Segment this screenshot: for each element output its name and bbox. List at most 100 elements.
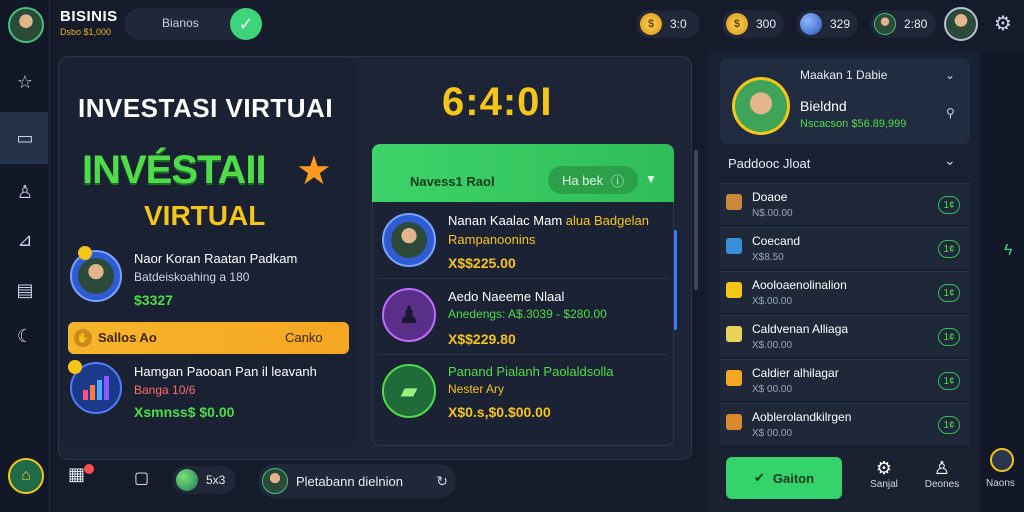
chevron-down-icon[interactable]: ▼ <box>645 172 657 186</box>
primary-action-label: Gaiton <box>772 470 815 486</box>
list-item-badge[interactable]: 1¢ <box>938 240 960 258</box>
check-icon: ✓ <box>238 13 254 34</box>
profile-dropdown-label[interactable]: Maakan 1 Dabie <box>800 68 887 82</box>
orange-bar-action[interactable]: Canko <box>285 330 323 345</box>
hero-subtitle: VIRTUAL <box>144 200 266 231</box>
coin-icon <box>68 360 82 374</box>
avatar-icon <box>262 468 288 494</box>
user-pill[interactable]: Pletabann dielnion ↻ <box>258 464 456 498</box>
chevron-down-icon[interactable]: ⌄ <box>945 68 955 82</box>
item-icon <box>726 238 742 254</box>
avatar-icon <box>391 222 427 258</box>
investment-avatar: ▰ <box>382 364 436 418</box>
list-item-value: X$$229.80 <box>448 331 516 347</box>
bottom-nav-users[interactable]: ♙ Deones <box>920 458 964 490</box>
list-item-badge[interactable]: 1¢ <box>938 196 960 214</box>
row-title: Naor Koran Raatan Padkam <box>134 251 298 266</box>
list-item-title: Caldier alhilagar <box>752 366 839 380</box>
check-icon: ✔ <box>753 470 765 485</box>
star-icon[interactable]: ☆ <box>11 68 39 96</box>
list-item[interactable]: Doaoe N$.00.00 1¢ <box>720 183 970 225</box>
globe-value: 5x3 <box>206 473 226 487</box>
brand-subtitle: Dsbo $1,000 <box>60 27 112 37</box>
stat-value-1: 3:0 <box>670 17 687 31</box>
stat-pill-1[interactable]: $ 3:0 <box>636 10 700 38</box>
divider <box>378 278 668 279</box>
list-item-title: Panand Pialanh Paolaldsolla <box>448 364 614 379</box>
list-item[interactable]: Aoblerolandkilrgen X$ 00.00 1¢ <box>720 403 970 445</box>
users-icon: ♙ <box>933 458 951 478</box>
list-item-badge[interactable]: 1¢ <box>938 284 960 302</box>
list-item-sub: X$.00.00 <box>752 340 793 351</box>
chart-icon[interactable]: ⊿ <box>11 226 39 254</box>
card-filter-pill[interactable]: Ha bek ⓘ <box>548 166 638 194</box>
gear-icon[interactable]: ⚙ <box>990 10 1016 36</box>
investment-avatar <box>382 213 436 267</box>
coin-icon <box>78 246 92 260</box>
bottom-nav-settings[interactable]: ⚙ Sanjal <box>862 458 906 490</box>
check-button[interactable]: ✓ <box>230 8 262 40</box>
refresh-icon[interactable]: ↻ <box>436 473 448 490</box>
list-item-badge[interactable]: 1¢ <box>938 328 960 346</box>
row-value: Xsmnss$ $0.00 <box>134 404 235 420</box>
money-icon: ▰ <box>400 378 418 403</box>
item-icon <box>726 282 742 298</box>
document-icon[interactable]: ▤ <box>11 276 39 304</box>
list-item-title: Nanan Kaalac Mam alua Badgelan <box>448 213 649 228</box>
user-icon[interactable]: ♙ <box>11 178 39 206</box>
handshake-icon: ✋ <box>74 329 92 347</box>
coin-icon[interactable] <box>990 448 1014 472</box>
list-item-title: Coecand <box>752 234 801 248</box>
stat-value-2: 300 <box>755 17 776 31</box>
shield-icon[interactable]: ⌂ <box>8 458 44 494</box>
filter-label: Ha bek <box>561 172 604 188</box>
dropdown-title[interactable]: Paddooc Jloat <box>728 156 810 171</box>
countdown-timer: 6:4:0I <box>442 80 553 124</box>
person-icon: ♟ <box>398 301 420 329</box>
info-icon: ⓘ <box>611 173 625 189</box>
row-value: $3327 <box>134 292 173 308</box>
search-icon[interactable]: ⚲ <box>946 106 955 120</box>
search-label: Bianos <box>162 16 199 30</box>
bottom-nav-label: Deones <box>924 479 960 490</box>
stat-pill-3[interactable]: 329 <box>796 10 858 38</box>
avatar-icon <box>874 13 896 35</box>
list-item-value: X$$225.00 <box>448 255 516 271</box>
user-avatar[interactable] <box>8 7 44 43</box>
primary-action-button[interactable]: ✔ Gaiton <box>726 457 842 499</box>
list-item-sub: Rampanoonins <box>448 232 536 247</box>
moon-icon[interactable]: ☾ <box>11 322 39 350</box>
globe-stat-pill[interactable]: 5x3 <box>172 466 236 494</box>
bottom-nav-label: Sanjal <box>870 479 898 490</box>
main-scrollbar[interactable] <box>694 150 698 290</box>
list-item-badge[interactable]: 1¢ <box>938 372 960 390</box>
hero-title: INVÉSTAII <box>82 148 267 192</box>
list-item-sub: Anedengs: A$.3039 - $280.00 <box>448 307 607 321</box>
gear-icon: ⚙ <box>875 458 893 478</box>
item-icon <box>726 194 742 210</box>
user-pill-label: Pletabann dielnion <box>296 473 403 489</box>
stat-value-3: 329 <box>829 17 850 31</box>
profile-avatar[interactable] <box>944 7 978 41</box>
list-item[interactable]: Caldvenan Alliaga X$.00.00 1¢ <box>720 315 970 357</box>
globe-icon <box>176 469 198 491</box>
list-item-sub: X$ 00.00 <box>752 384 793 395</box>
chevron-down-icon[interactable]: ⌄ <box>944 152 956 169</box>
list-item-title-accent: alua Badgelan <box>565 213 649 228</box>
list-item[interactable]: Caldier alhilagar X$ 00.00 1¢ <box>720 359 970 401</box>
star-icon: ★ <box>296 149 332 193</box>
dashboard-icon[interactable]: ▭ <box>11 124 39 152</box>
profile-avatar-ring <box>732 77 790 135</box>
card-header-title: Navess1 Raol <box>410 174 495 189</box>
list-item-sub: X$8.50 <box>752 252 784 263</box>
page-title: INVESTASI VIRTUAI <box>78 93 334 123</box>
document-icon[interactable]: ▢ <box>134 468 149 488</box>
stat-pill-4[interactable]: 2:80 <box>870 10 936 38</box>
scrollbar[interactable] <box>674 230 677 330</box>
investment-avatar: ♟ <box>382 288 436 342</box>
stat-pill-2[interactable]: $ 300 <box>722 10 784 38</box>
list-item-badge[interactable]: 1¢ <box>938 416 960 434</box>
list-item[interactable]: Coecand X$8.50 1¢ <box>720 227 970 269</box>
list-item[interactable]: Aooloaenolinalion X$.00.00 1¢ <box>720 271 970 313</box>
list-item-sub: Nester Ary <box>448 382 505 396</box>
